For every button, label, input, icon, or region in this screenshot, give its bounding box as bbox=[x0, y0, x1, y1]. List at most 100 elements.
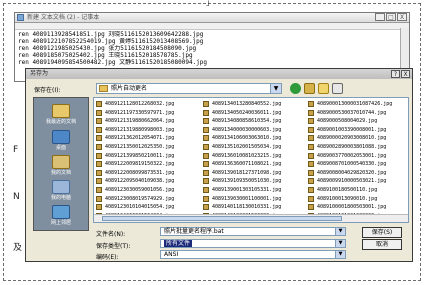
file-item[interactable]: 4089136010081023215.jpg bbox=[203, 152, 307, 161]
save-in-combo[interactable]: 照片自动更名 ▼ bbox=[96, 83, 282, 94]
file-item[interactable]: 4089139018127371098.jpg bbox=[203, 169, 307, 178]
file-item[interactable]: 4089134013280840552.jpg bbox=[203, 100, 307, 109]
file-item[interactable]: 4089134050240036011.jpg bbox=[203, 109, 307, 118]
file-item[interactable]: 4089009910000503021.jpg bbox=[308, 177, 408, 186]
network-icon bbox=[52, 205, 70, 219]
file-item[interactable]: 4089121350012025350.jpg bbox=[96, 143, 200, 152]
notepad-menubar[interactable] bbox=[15, 23, 409, 30]
file-item[interactable]: 4089121319880998003.jpg bbox=[96, 126, 200, 135]
file-item[interactable]: 4089000530037010744.jpg bbox=[308, 109, 408, 118]
scrollbar-thumb[interactable] bbox=[102, 216, 342, 221]
save-type-select[interactable]: 所有文件 ▼ bbox=[160, 239, 346, 248]
save-type-label: 保存类型(T): bbox=[96, 243, 131, 250]
chevron-down-icon[interactable]: ▼ bbox=[335, 251, 345, 258]
save-button[interactable]: 保存(S) bbox=[362, 227, 402, 238]
image-file-icon bbox=[308, 143, 314, 150]
file-item[interactable]: 4089000508004029.jpg bbox=[308, 117, 408, 126]
file-name: 4089122008099873531.jpg bbox=[105, 169, 175, 176]
file-item[interactable]: 4089123010104015054.jpg bbox=[96, 203, 200, 212]
file-item[interactable]: 4089121399850210011.jpg bbox=[96, 152, 200, 161]
file-item[interactable]: 4089100001800503001.jpg bbox=[308, 203, 408, 212]
close-button[interactable]: X bbox=[397, 13, 407, 21]
help-button[interactable]: ? bbox=[391, 70, 400, 78]
file-item[interactable]: 4089002890003801088.jpg bbox=[308, 143, 408, 152]
file-item[interactable]: 4089001003390008001.jpg bbox=[308, 126, 408, 135]
file-name: 4089100180500110.jpg bbox=[317, 186, 378, 193]
file-name: 4089121399850210011.jpg bbox=[105, 152, 175, 159]
file-name: 4089121350012025350.jpg bbox=[105, 143, 175, 150]
filename-field[interactable]: 照片批量更名程序.bat ▼ bbox=[160, 227, 346, 236]
encoding-select[interactable]: ANSI ▼ bbox=[160, 250, 346, 259]
notepad-line: ren 4089122107852254019.jpg 黄婷5116152013… bbox=[18, 38, 204, 45]
file-item[interactable]: 4089123008019574929.jpg bbox=[96, 195, 200, 204]
image-file-icon bbox=[96, 195, 102, 202]
file-item[interactable]: 4089121319880662064.jpg bbox=[96, 117, 200, 126]
file-column-2: 4089134013280840552.jpg 40891340502400360… bbox=[203, 100, 307, 222]
chevron-down-icon[interactable]: ▼ bbox=[270, 84, 281, 93]
file-list[interactable]: 4089121128012268032.jpg 40891211973305979… bbox=[93, 97, 409, 223]
minimize-button[interactable]: _ bbox=[375, 13, 385, 21]
file-item[interactable]: 4089123030059001056.jpg bbox=[96, 186, 200, 195]
file-item[interactable]: 4089139030001100001.jpg bbox=[203, 195, 307, 204]
image-file-icon bbox=[96, 109, 102, 116]
file-item[interactable]: 4089121362012054071.jpg bbox=[96, 134, 200, 143]
dialog-close-button[interactable]: X bbox=[401, 70, 410, 78]
file-item[interactable]: 4089121128012268032.jpg bbox=[96, 100, 200, 109]
image-file-icon bbox=[203, 161, 209, 168]
file-item[interactable]: 4089140118130010331.jpg bbox=[203, 203, 307, 212]
image-file-icon bbox=[308, 109, 314, 116]
file-name: 4089100001800503001.jpg bbox=[317, 204, 387, 211]
place-desktop[interactable]: 桌面 bbox=[34, 130, 88, 151]
image-file-icon bbox=[203, 178, 209, 185]
image-file-icon bbox=[203, 152, 209, 159]
file-item[interactable]: 4089134106003063010.jpg bbox=[203, 134, 307, 143]
file-list-horizontal-scrollbar[interactable] bbox=[94, 214, 408, 222]
image-file-icon bbox=[203, 118, 209, 125]
place-my-computer[interactable]: 我的电脑 bbox=[34, 180, 88, 201]
cancel-button[interactable]: 取消 bbox=[362, 239, 402, 250]
notepad-titlebar[interactable]: 新建 文本文档 (2) - 记事本 _ □ X bbox=[15, 13, 409, 23]
file-name: 4089003770002053001.jpg bbox=[317, 152, 387, 159]
place-network[interactable]: 网上邻居 bbox=[34, 205, 88, 226]
file-item[interactable]: 4089000020903008010.jpg bbox=[308, 134, 408, 143]
chevron-down-icon[interactable]: ▼ bbox=[335, 240, 345, 247]
place-my-documents[interactable]: 我的文档 bbox=[34, 155, 88, 176]
image-file-icon bbox=[308, 152, 314, 159]
file-name: 4089123030059001056.jpg bbox=[105, 186, 175, 193]
file-item[interactable]: 4089122009819150322.jpg bbox=[96, 160, 200, 169]
save-in-label: 保存在(I): bbox=[34, 87, 61, 94]
file-item[interactable]: 4089122008099873531.jpg bbox=[96, 169, 200, 178]
back-icon[interactable] bbox=[290, 83, 301, 94]
image-file-icon bbox=[203, 143, 209, 150]
file-name: 4089122009819150322.jpg bbox=[105, 161, 175, 168]
dialog-titlebar[interactable]: 另存为 ? X bbox=[26, 69, 412, 79]
up-folder-icon[interactable] bbox=[304, 83, 315, 94]
chevron-down-icon[interactable]: ▼ bbox=[335, 228, 345, 235]
file-item[interactable]: 4089008004029820320.jpg bbox=[308, 169, 408, 178]
file-item[interactable]: 4089121197330597971.jpg bbox=[96, 109, 200, 118]
file-item[interactable]: 4089139109350051030.jpg bbox=[203, 177, 307, 186]
maximize-button[interactable]: □ bbox=[386, 13, 396, 21]
file-item[interactable]: 408900013000031087426.jpg bbox=[308, 100, 408, 109]
encoding-label: 编码(E): bbox=[96, 254, 119, 261]
side-glyph-2: N bbox=[13, 192, 20, 202]
file-column-1: 4089121128012268032.jpg 40891211973305979… bbox=[96, 100, 200, 222]
file-item[interactable]: 4089003770002053001.jpg bbox=[308, 152, 408, 161]
file-item[interactable]: 4089008701000540330.jpg bbox=[308, 160, 408, 169]
file-item[interactable]: 4089135102001505034.jpg bbox=[203, 143, 307, 152]
image-file-icon bbox=[308, 101, 314, 107]
file-item[interactable]: 4089122095040109038.jpg bbox=[96, 177, 200, 186]
file-item[interactable]: 4089134000030000603.jpg bbox=[203, 126, 307, 135]
place-recent[interactable]: 我最近的文档 bbox=[34, 104, 88, 125]
file-item[interactable]: 4089100013090010.jpg bbox=[308, 195, 408, 204]
notepad-line: ren 4089194095854500482.jpg 文静5116152018… bbox=[18, 59, 208, 66]
file-item[interactable]: 4089134080858610354.jpg bbox=[203, 117, 307, 126]
file-item[interactable]: 4089100180500110.jpg bbox=[308, 186, 408, 195]
file-name: 4089121319880998003.jpg bbox=[105, 126, 175, 133]
file-name: 4089123008019574929.jpg bbox=[105, 195, 175, 202]
file-item[interactable]: 4089136360071108021.jpg bbox=[203, 160, 307, 169]
new-folder-icon[interactable] bbox=[318, 83, 329, 94]
view-menu-icon[interactable] bbox=[332, 83, 343, 94]
file-item[interactable]: 4089139001303105331.jpg bbox=[203, 186, 307, 195]
notepad-text-area[interactable]: ren 4089113928541851.jpg 刘晓5116152013609… bbox=[15, 30, 409, 66]
